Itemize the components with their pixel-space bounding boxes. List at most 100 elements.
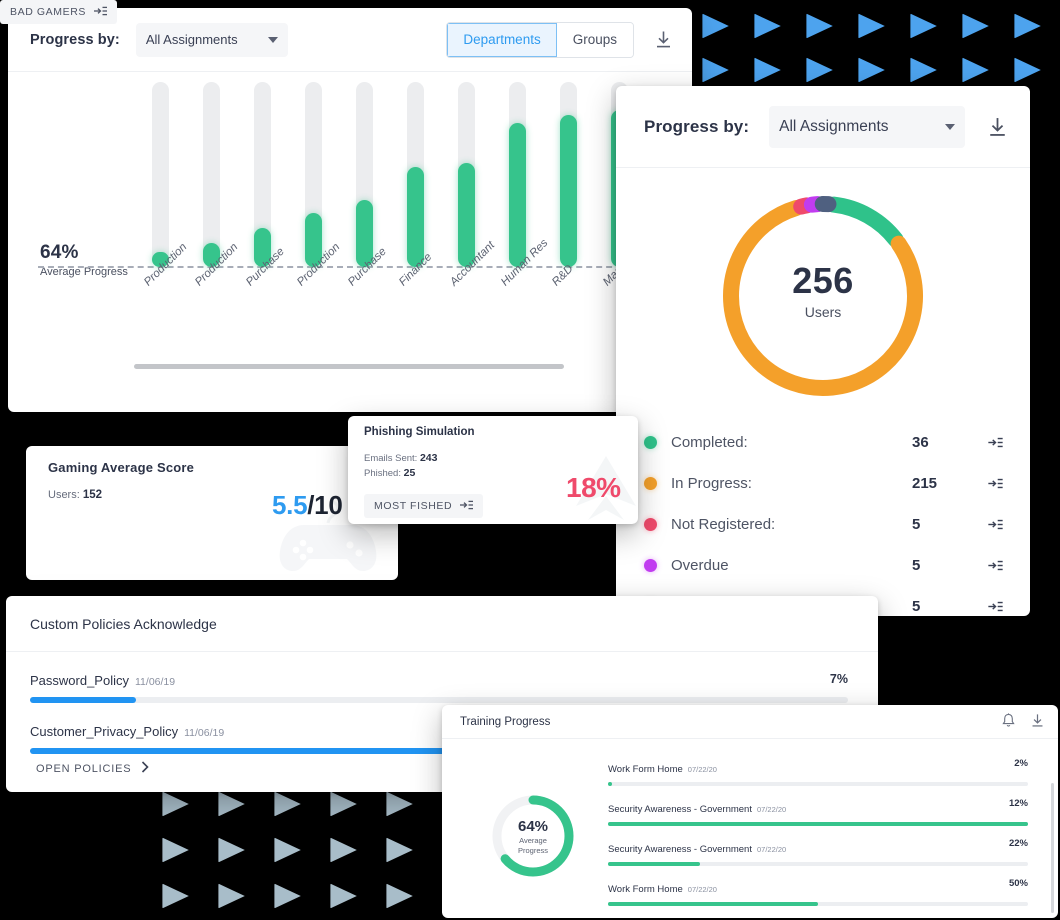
chevron-right-icon: [141, 761, 149, 776]
bar-fill: [458, 163, 475, 267]
training-fill: [608, 782, 612, 786]
play-triangle-icon: [804, 12, 834, 40]
bar-track: [203, 82, 220, 267]
tab-departments[interactable]: Departments: [447, 23, 556, 57]
policy-date: 11/06/19: [135, 676, 175, 688]
training-donut-chart: 64% Average Progress: [458, 753, 608, 919]
bar-axis-label: Production: [136, 272, 187, 342]
users-donut-chart: 256 Users: [616, 168, 1030, 418]
most-fished-button[interactable]: MOST FISHED: [364, 494, 483, 518]
training-rows: Work Form Home07/22/202% Security Awarene…: [608, 753, 1044, 919]
bar-column[interactable]: [493, 82, 544, 267]
gaming-average-score-card: Gaming Average Score Users: 152 5.5/10 ^…: [26, 446, 398, 580]
bar-fill: [509, 123, 526, 267]
bell-icon[interactable]: [1002, 713, 1015, 731]
training-name: Security Awareness - Government: [608, 804, 752, 815]
training-donut-label: 64% Average Progress: [518, 818, 548, 855]
assignment-select[interactable]: All Assignments: [769, 106, 965, 148]
legend-value: 5: [912, 557, 984, 574]
bar-column[interactable]: [238, 82, 289, 267]
training-row[interactable]: Security Awareness - Government07/22/202…: [608, 839, 1044, 866]
users-status-card: Progress by: All Assignments 256 Users C…: [616, 86, 1030, 616]
training-fill: [608, 902, 818, 906]
bar-column[interactable]: [442, 82, 493, 267]
bar-column[interactable]: [136, 82, 187, 267]
policy-track: [30, 697, 848, 703]
legend-row[interactable]: In Progress:215: [644, 463, 1006, 504]
donut-total-users: 256: [616, 260, 1030, 302]
bar-column[interactable]: [391, 82, 442, 267]
training-row[interactable]: Work Form Home07/22/2050%: [608, 879, 1044, 906]
bad-gamers-button[interactable]: BAD GAMERS: [0, 0, 117, 24]
training-date: 07/22/20: [757, 805, 786, 814]
bar-axis-label: Purchase: [340, 272, 391, 342]
bar-fill: [560, 115, 577, 267]
bad-gamers-label: BAD GAMERS: [10, 6, 86, 18]
phished-label: Phished:: [364, 468, 401, 479]
emails-sent-line: Emails Sent: 243: [364, 452, 438, 464]
training-row[interactable]: Security Awareness - Government 07/22/20 1…: [608, 799, 1044, 826]
assignment-select[interactable]: All Assignments: [136, 23, 288, 57]
training-scrollbar[interactable]: [1051, 783, 1054, 913]
download-icon[interactable]: [650, 25, 676, 55]
gaming-score-total: /10: [307, 490, 342, 520]
play-triangle-icon: [1012, 12, 1042, 40]
download-icon[interactable]: [984, 112, 1010, 142]
bar-axis-label: R&D: [544, 272, 595, 342]
play-triangle-icon: [160, 882, 190, 910]
open-policies-button[interactable]: OPEN POLICIES: [36, 761, 149, 776]
legend-value: 36: [912, 434, 984, 451]
training-name: Security Awareness - Government: [608, 844, 752, 855]
training-row[interactable]: Work Form Home07/22/202%: [608, 759, 1044, 786]
legend-row[interactable]: Completed: 36: [644, 422, 1006, 463]
gaming-card-title: Gaming Average Score: [48, 460, 194, 475]
play-triangle-icon: [384, 836, 414, 864]
most-fished-label: MOST FISHED: [374, 500, 452, 512]
legend-row[interactable]: Not Registered:5: [644, 504, 1006, 545]
donut-segment[interactable]: [834, 205, 896, 240]
legend-row[interactable]: Overdue5: [644, 545, 1006, 586]
progress-by-label: Progress by:: [644, 117, 749, 137]
play-triangle-icon: [856, 12, 886, 40]
go-to-list-icon[interactable]: [984, 437, 1006, 448]
policy-row[interactable]: Password_Policy 11/06/19 7%: [6, 672, 878, 703]
tab-groups[interactable]: Groups: [557, 23, 633, 57]
bar-column[interactable]: [340, 82, 391, 267]
training-name: Work Form Home: [608, 764, 683, 775]
assignment-select-value: All Assignments: [779, 118, 888, 136]
play-triangle-icon: [960, 56, 990, 84]
bar-column[interactable]: [187, 82, 238, 267]
progress-by-label: Progress by:: [30, 32, 120, 48]
play-triangle-icon: [328, 882, 358, 910]
training-name: Work Form Home: [608, 884, 683, 895]
play-triangle-icon: [160, 836, 190, 864]
play-triangle-icon: [700, 56, 730, 84]
play-triangle-icon: [272, 836, 302, 864]
bar-axis-label: Production: [187, 272, 238, 342]
legend-label: Completed:: [671, 434, 748, 451]
download-icon[interactable]: [1031, 713, 1044, 731]
training-percent: 12%: [1009, 798, 1028, 809]
play-triangle-icon: [804, 56, 834, 84]
go-to-list-icon[interactable]: [984, 519, 1006, 530]
phished-value: 25: [404, 467, 416, 479]
play-triangle-icon: [908, 12, 938, 40]
go-to-list-icon[interactable]: [984, 560, 1006, 571]
bar-column[interactable]: [289, 82, 340, 267]
policy-fill: [30, 697, 136, 703]
legend-label: In Progress:: [671, 475, 752, 492]
chevron-down-icon: [268, 37, 278, 43]
bar-column[interactable]: [544, 82, 595, 267]
play-triangle-icon: [328, 790, 358, 818]
policy-name: Password_Policy: [30, 673, 129, 688]
play-triangle-icon: [384, 882, 414, 910]
gaming-score-value: 5.5: [272, 490, 307, 520]
go-to-list-icon[interactable]: [984, 478, 1006, 489]
training-track: [608, 782, 1028, 786]
go-to-list-icon[interactable]: [984, 601, 1006, 612]
chart-horizontal-scrollbar[interactable]: [134, 364, 564, 369]
gaming-score: 5.5/10: [272, 490, 343, 521]
policy-percent: 7%: [830, 672, 848, 686]
departments-chart: 64% Average Progress ProductionProductio…: [8, 72, 692, 412]
bar-axis-label: Human Res: [493, 272, 544, 342]
